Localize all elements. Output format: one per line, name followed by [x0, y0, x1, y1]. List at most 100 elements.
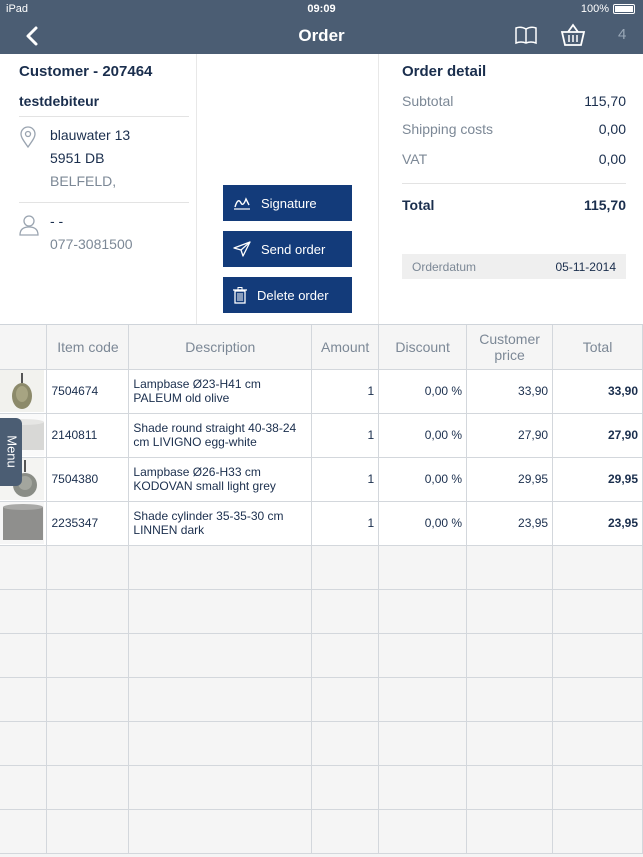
divider — [402, 183, 626, 184]
vat-value: 0,00 — [598, 151, 626, 167]
order-date-value: 05-11-2014 — [555, 259, 617, 274]
subtotal-value: 115,70 — [584, 93, 626, 109]
cell-item-code: 7504380 — [46, 457, 130, 502]
table-row[interactable]: 2235347 Shade cylinder 35-35-30 cm LINNE… — [0, 501, 643, 546]
cell-total: 23,95 — [552, 501, 643, 546]
column-divider — [196, 54, 197, 324]
menu-tab-label: Menu — [4, 435, 20, 468]
column-divider — [378, 54, 379, 324]
order-detail-header: Order detail — [402, 63, 626, 80]
status-right: 100% — [581, 3, 635, 15]
cell-item-code: 7504674 — [46, 369, 130, 414]
cell-total: 33,90 — [552, 369, 643, 414]
battery-icon — [613, 4, 635, 14]
person-icon — [19, 214, 39, 241]
cell-customer-price: 27,90 — [466, 413, 554, 458]
delete-order-button-label: Delete order — [257, 287, 329, 303]
total-label: Total — [402, 197, 435, 213]
signature-button[interactable]: Signature — [223, 185, 352, 221]
cell-amount[interactable]: 1 — [311, 457, 380, 502]
address-postal: 5951 DB — [50, 150, 105, 166]
basket-icon[interactable] — [560, 23, 586, 52]
page-title: Order — [298, 26, 345, 45]
empty-row — [0, 589, 643, 634]
customer-header: Customer - 207464 testdebiteur — [19, 63, 197, 109]
side-menu-tab[interactable]: Menu — [0, 418, 22, 486]
header-image — [0, 325, 48, 370]
customer-contact: - - 077-3081500 — [50, 210, 133, 256]
customer-address: blauwater 13 5951 DB BELFELD, — [50, 124, 130, 193]
divider — [19, 116, 189, 117]
order-lines-table: Item code Description Amount Discount Cu… — [0, 325, 643, 854]
empty-row — [0, 677, 643, 722]
contact-phone: 077-3081500 — [50, 236, 133, 252]
address-street: blauwater 13 — [50, 127, 131, 143]
shipping-value: 0,00 — [598, 121, 626, 137]
subtotal-label: Subtotal — [402, 93, 454, 109]
shipping-label: Shipping costs — [402, 121, 494, 137]
header-amount: Amount — [311, 325, 380, 370]
contact-name: - - — [50, 213, 64, 229]
battery-percent: 100% — [580, 3, 609, 15]
order-summary-panel: Customer - 207464 testdebiteur blauwater… — [0, 54, 643, 324]
cell-discount[interactable]: 0,00 % — [378, 369, 468, 414]
address-city: BELFELD, — [50, 173, 117, 189]
product-thumbnail — [0, 501, 48, 546]
cell-customer-price: 23,95 — [466, 501, 554, 546]
shade-dark-image — [0, 502, 44, 544]
cell-discount[interactable]: 0,00 % — [378, 413, 468, 458]
cell-customer-price: 33,90 — [466, 369, 554, 414]
cell-description: Lampbase Ø23-H41 cm PALEUM old olive — [128, 369, 313, 414]
total-value: 115,70 — [583, 197, 626, 213]
vat-row: VAT 0,00 — [402, 151, 626, 167]
catalog-book-icon[interactable] — [514, 25, 538, 50]
location-pin-icon — [20, 126, 36, 153]
cell-item-code: 2140811 — [46, 413, 130, 458]
cell-total: 27,90 — [552, 413, 643, 458]
delete-order-button[interactable]: Delete order — [223, 277, 352, 313]
empty-row — [0, 765, 643, 810]
product-thumbnail — [0, 369, 48, 414]
order-date-label: Orderdatum — [412, 259, 477, 274]
table-row[interactable]: 7504674 Lampbase Ø23-H41 cm PALEUM old o… — [0, 369, 643, 414]
header-description: Description — [128, 325, 313, 370]
cell-discount[interactable]: 0,00 % — [378, 501, 468, 546]
cell-description: Shade round straight 40-38-24 cm LIVIGNO… — [128, 413, 313, 458]
empty-row — [0, 721, 643, 766]
cell-description: Lampbase Ø26-H33 cm KODOVAN small light … — [128, 457, 313, 502]
cell-description: Shade cylinder 35-35-30 cm LINNEN dark — [128, 501, 313, 546]
send-order-button[interactable]: Send order — [223, 231, 352, 267]
header-item-code: Item code — [46, 325, 130, 370]
header-total: Total — [552, 325, 643, 370]
vat-label: VAT — [402, 151, 428, 167]
cell-discount[interactable]: 0,00 % — [378, 457, 468, 502]
customer-name: testdebiteur — [19, 93, 100, 109]
subtotal-row: Subtotal 115,70 — [402, 93, 626, 109]
empty-row — [0, 809, 643, 854]
table-row[interactable]: 2140811 Shade round straight 40-38-24 cm… — [0, 413, 643, 458]
order-detail-title: Order detail — [402, 63, 487, 80]
order-lines-area: Item code Description Amount Discount Cu… — [0, 324, 643, 857]
cell-item-code: 2235347 — [46, 501, 130, 546]
send-order-button-label: Send order — [261, 241, 326, 257]
empty-row — [0, 545, 643, 590]
status-bar: iPad 09:09 100% — [0, 0, 643, 18]
order-date-box: Orderdatum 05-11-2014 — [402, 254, 626, 279]
cell-amount[interactable]: 1 — [311, 501, 380, 546]
divider — [19, 202, 189, 203]
empty-row — [0, 633, 643, 678]
shipping-row: Shipping costs 0,00 — [402, 121, 626, 137]
header-discount: Discount — [378, 325, 468, 370]
header-customer-price: Customer price — [466, 325, 554, 370]
signature-button-label: Signature — [261, 195, 317, 211]
clock: 09:09 — [307, 3, 336, 15]
nav-bar: Order 4 — [0, 18, 643, 54]
cell-total: 29,95 — [552, 457, 643, 502]
cell-customer-price: 29,95 — [466, 457, 554, 502]
cell-amount[interactable]: 1 — [311, 413, 380, 458]
cell-amount[interactable]: 1 — [311, 369, 380, 414]
table-header-row: Item code Description Amount Discount Cu… — [0, 325, 643, 370]
table-row[interactable]: 7504380 Lampbase Ø26-H33 cm KODOVAN smal… — [0, 457, 643, 502]
lampbase-olive-image — [0, 370, 44, 412]
basket-count: 4 — [618, 26, 627, 43]
